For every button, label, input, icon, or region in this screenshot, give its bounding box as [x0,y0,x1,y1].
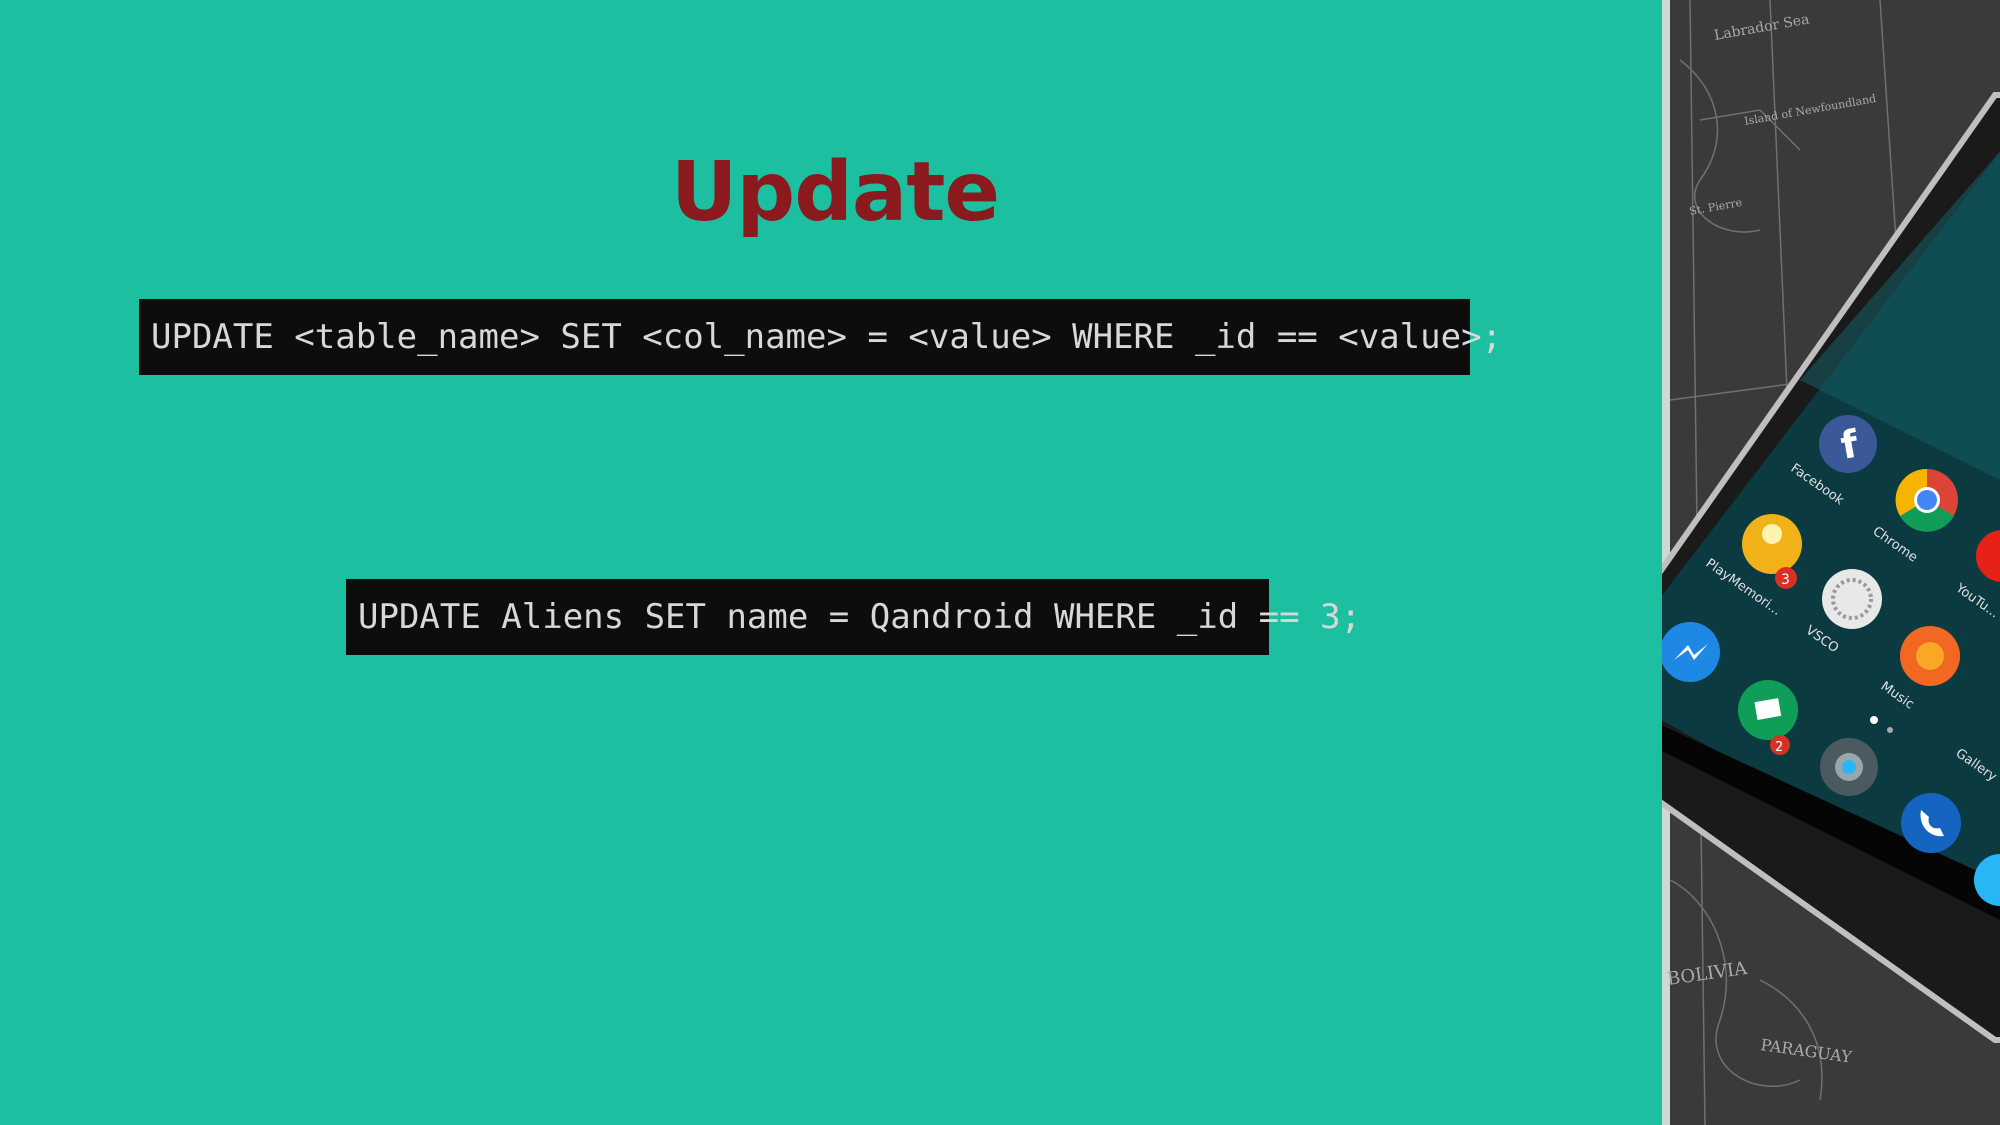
code-block-syntax: UPDATE <table_name> SET <col_name> = <va… [139,299,1502,375]
phone-icon [1901,793,1961,853]
facebook-icon: f [1819,415,1877,473]
music-icon [1900,626,1960,686]
slide-title: Update [670,145,1000,240]
code-block-example: UPDATE Aliens SET name = Qandroid WHERE … [346,579,1361,655]
camera-icon [1820,738,1878,796]
badge-count: 3 [1781,572,1790,588]
messenger-icon [1662,622,1720,682]
chrome-icon [1895,468,1958,532]
badge-count: 2 [1775,740,1783,755]
vsco-icon [1822,569,1882,629]
slide: Update UPDATE <table_name> SET <col_name… [0,0,2000,1125]
phone-on-map-photo: Labrador Sea Island of Newfoundland St. … [1662,0,2000,1125]
